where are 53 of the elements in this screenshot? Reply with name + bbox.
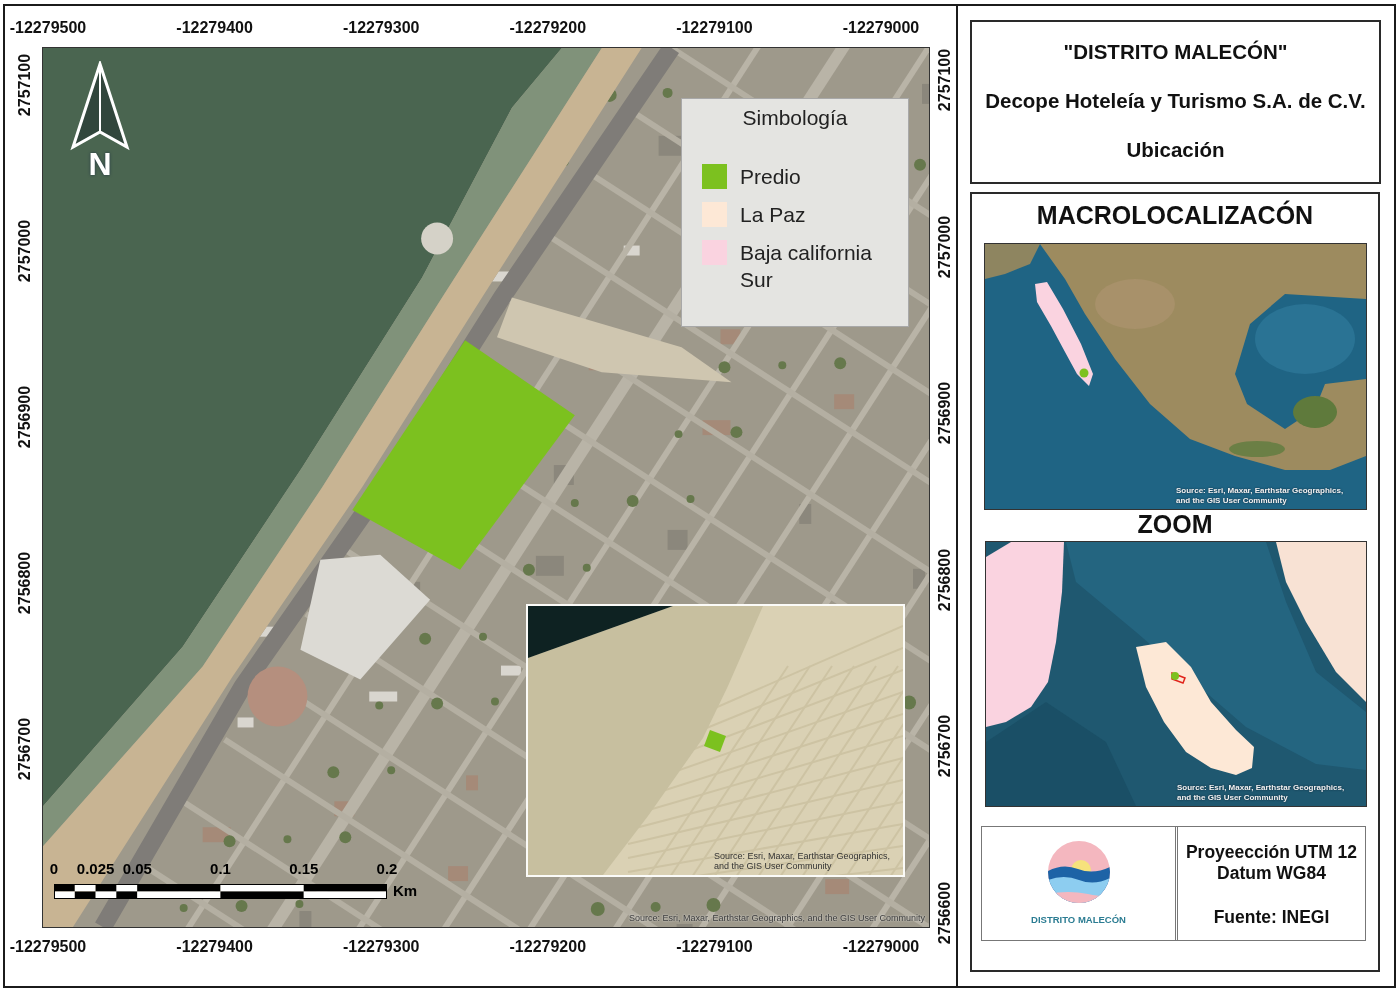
coordinate-label: -12279400 [176, 19, 253, 37]
title-text: "DISTRITO MALECÓN" [1063, 40, 1288, 64]
title-text: Ubicación [1126, 138, 1225, 162]
coordinate-label: 2756700 [936, 715, 954, 778]
scale-label: 0.05 [122, 860, 152, 878]
coordinate-label: 2756900 [16, 385, 34, 449]
map-attribution: Source: Esri, Maxar, Earthstar Geographics, and the GIS User Community [1176, 486, 1344, 506]
map-attribution: Source: Esri, Maxar, Earthstar Geographics, and the GIS User Community [714, 851, 891, 871]
coordinate-label: 2756800 [16, 551, 34, 615]
source-text: Fuente: INEGI [1213, 907, 1330, 928]
section-heading: MACROLOCALIZACÓN [1035, 200, 1315, 230]
scale-label: 0 [49, 860, 59, 878]
map-attribution: Source: Esri, Maxar, Earthstar Geographics, and the GIS User Community [628, 913, 925, 924]
datum-text: Datum WG84 [1217, 863, 1326, 884]
coordinate-label: 2757100 [16, 53, 34, 117]
projection-text: Proyeección UTM 12 [1185, 842, 1358, 863]
coordinate-label: -12279100 [676, 19, 753, 37]
coordinate-label: -12279000 [842, 938, 920, 956]
coordinate-label: -12279200 [509, 19, 587, 37]
title-text: Decope Hoteleía y Turismo S.A. de C.V. [985, 89, 1366, 113]
coordinate-label: 2757100 [936, 48, 954, 112]
map-attribution: Source: Esri, Maxar, Earthstar Geographics, and the GIS User Community [1177, 783, 1345, 803]
scale-unit-label: Km [393, 882, 418, 900]
legend-title: Simbología [741, 105, 849, 131]
coordinate-label: -12279300 [342, 938, 420, 956]
north-arrow-icon [69, 61, 131, 151]
scale-label: 0.025 [76, 860, 115, 878]
coordinate-label: 2757000 [936, 215, 954, 278]
coordinate-label: -12279500 [9, 938, 87, 956]
site-marker-icon [1079, 368, 1089, 378]
coordinate-label: 2756800 [936, 548, 954, 611]
legend-label: Predio [740, 164, 801, 190]
coordinate-label: -12279000 [842, 19, 920, 37]
legend-label: La Paz [740, 202, 806, 228]
coordinate-label: -12279500 [9, 19, 87, 37]
coordinate-label: -12279100 [676, 938, 753, 956]
scale-label: 0.1 [210, 860, 231, 878]
legend-label: Baja california Sur [740, 240, 873, 293]
north-label: N [88, 147, 112, 181]
section-heading: ZOOM [1136, 510, 1214, 538]
parcel-polygon [704, 730, 726, 752]
coordinate-label: 2756600 [936, 881, 954, 945]
coordinate-label: -12279200 [509, 938, 587, 956]
logo-text: DISTRITO MALECÓN [1031, 914, 1126, 926]
coordinate-label: 2757000 [16, 219, 34, 283]
roundabout [421, 222, 454, 255]
coordinate-label: -12279300 [342, 19, 420, 37]
coordinate-label: 2756900 [936, 382, 954, 445]
coordinate-label: -12279400 [176, 938, 253, 956]
site-marker-icon [1171, 671, 1186, 684]
scale-label: 0.2 [376, 860, 398, 878]
coordinate-label: 2756700 [16, 717, 34, 781]
scale-label: 0.15 [289, 860, 319, 878]
